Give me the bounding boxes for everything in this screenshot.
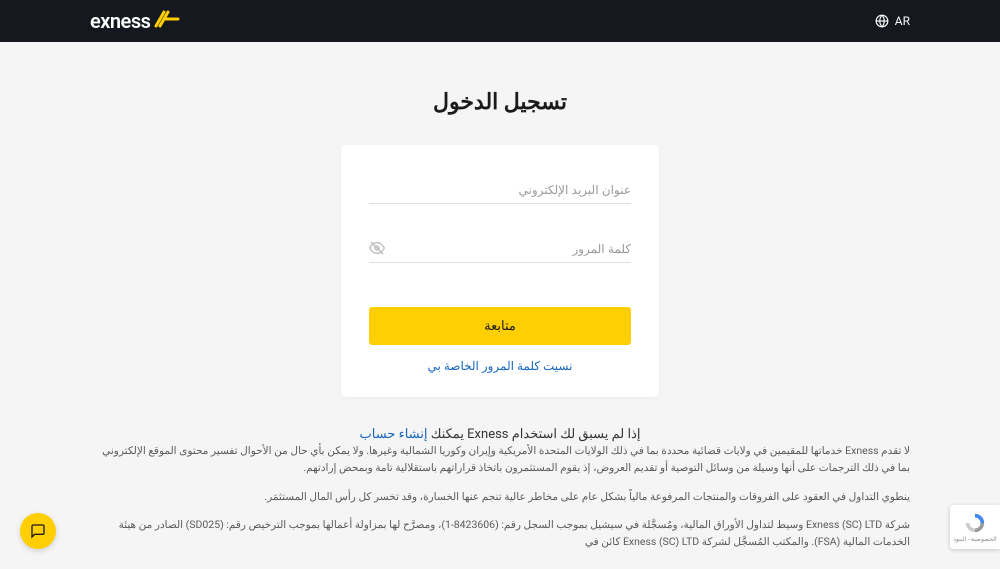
disclaimer-paragraph: شركة Exness (SC) LTD وسيط لتداول الأوراق… (90, 517, 910, 551)
lang-code: AR (895, 14, 910, 28)
password-field-wrapper (369, 234, 631, 263)
recaptcha-icon (964, 512, 986, 534)
main-content: تسجيل الدخول متابعة نسيت كلمة المرور الخ… (0, 42, 1000, 442)
signup-prompt: إذا لم يسبق لك استخدام Exness يمكنك إنشا… (360, 427, 641, 442)
chat-icon (30, 523, 46, 539)
chat-support-button[interactable] (20, 513, 56, 549)
signup-text-prefix: إذا لم يسبق لك استخدام Exness يمكنك (428, 427, 641, 442)
recaptcha-label: الخصوصية - البنود (953, 536, 996, 543)
logo-mark-icon (154, 9, 180, 34)
brand-name: exness (90, 9, 150, 33)
globe-icon (875, 14, 889, 28)
brand-logo[interactable]: exness (90, 9, 180, 34)
disclaimer-paragraph: لا تقدم Exness خدماتها للمقيمين في ولايا… (90, 443, 910, 477)
email-field-wrapper (369, 175, 631, 204)
email-input[interactable] (369, 175, 631, 204)
continue-button[interactable]: متابعة (369, 307, 631, 345)
create-account-link[interactable]: إنشاء حساب (360, 427, 428, 442)
disclaimer-paragraph: ينطوي التداول في العقود على الفروقات وال… (90, 489, 910, 506)
top-header: AR exness (0, 0, 1000, 42)
toggle-password-visibility-icon[interactable] (369, 240, 385, 256)
password-input[interactable] (369, 234, 631, 263)
recaptcha-badge[interactable]: الخصوصية - البنود (950, 505, 1000, 549)
footer-disclaimers: لا تقدم Exness خدماتها للمقيمين في ولايا… (0, 443, 1000, 569)
forgot-password-link[interactable]: نسيت كلمة المرور الخاصة بي (369, 359, 631, 373)
page-title: تسجيل الدخول (433, 90, 567, 115)
login-card: متابعة نسيت كلمة المرور الخاصة بي (341, 145, 659, 397)
language-selector[interactable]: AR (875, 14, 910, 28)
